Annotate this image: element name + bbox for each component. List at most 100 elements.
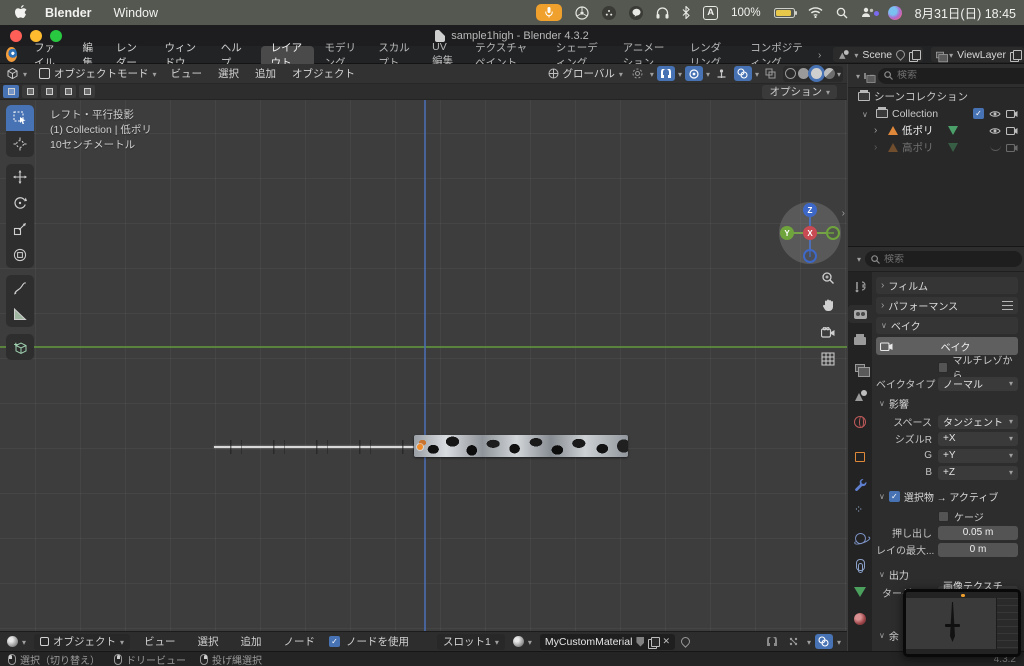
from-multires-row[interactable]: マルチレゾから... (876, 359, 1018, 375)
shading-wireframe-button[interactable] (785, 68, 796, 79)
shading-rendered-button[interactable] (824, 68, 835, 79)
selected-to-active-checkbox[interactable]: ✓ (889, 491, 900, 502)
new-view-layer-icon[interactable] (1010, 50, 1020, 60)
pan-view-icon[interactable] (818, 295, 838, 315)
blender-logo-icon[interactable] (6, 47, 17, 62)
gizmo-axis-x[interactable]: X (803, 226, 817, 240)
high-poly-camera-icon[interactable] (1006, 143, 1018, 152)
gizmo-axis-neg-z[interactable] (803, 249, 817, 263)
scale-tool[interactable] (6, 216, 34, 242)
menubar-window-menu[interactable]: Window (114, 6, 158, 20)
viewport-menu-view[interactable]: ビュー (163, 66, 211, 81)
copy-material-icon[interactable] (648, 637, 658, 647)
apple-menu-icon[interactable] (14, 5, 27, 20)
line-app-icon[interactable] (629, 6, 643, 20)
low-poly-camera-icon[interactable] (1006, 126, 1018, 135)
tab-constraint-properties[interactable] (849, 556, 871, 574)
view-layer-name[interactable]: ViewLayer (957, 49, 1006, 61)
tab-compositing[interactable]: コンポジティング (740, 46, 814, 64)
swizzle-b-dropdown[interactable]: +Z (938, 466, 1018, 480)
select-box-tool[interactable] (6, 105, 34, 131)
sidebar-toggle-icon[interactable] (842, 208, 845, 219)
select-mode-set-button[interactable] (3, 85, 19, 98)
high-poly-hidden-icon[interactable] (990, 145, 1001, 151)
editor-type-button[interactable] (0, 64, 33, 84)
sword-handle-textured[interactable] (414, 435, 628, 457)
pin-icon[interactable] (894, 48, 907, 61)
tab-modeling[interactable]: モデリング (314, 46, 368, 64)
cage-row[interactable]: ケージ (876, 508, 1018, 524)
shader-snap-toggle[interactable] (763, 634, 781, 649)
use-nodes-checkbox[interactable]: ✓ (329, 636, 340, 647)
app-status-icon[interactable] (602, 6, 616, 20)
material-browse-button[interactable] (511, 632, 534, 652)
material-name-field[interactable]: MyCustomMaterial ✕ (540, 634, 675, 650)
high-poly-disclosure-icon[interactable] (874, 142, 884, 153)
shader-overlays-caret-icon[interactable] (837, 636, 841, 648)
siri-icon[interactable] (888, 6, 902, 20)
extrusion-value-field[interactable]: 0.05 m (938, 526, 1018, 540)
from-multires-checkbox[interactable] (938, 362, 948, 373)
mode-selector[interactable]: オブジェクトモード (33, 64, 163, 84)
tool-options-dropdown[interactable]: オプション (762, 85, 837, 99)
select-mode-extend-button[interactable] (22, 85, 38, 98)
tab-rendering[interactable]: レンダリング (680, 46, 741, 64)
move-tool[interactable] (6, 164, 34, 190)
cursor-tool[interactable] (6, 131, 34, 157)
tabs-overflow-icon[interactable] (818, 49, 821, 61)
sword-blade-wireframe[interactable] (214, 440, 426, 454)
panel-bake[interactable]: ベイク (876, 317, 1018, 334)
tab-shading[interactable]: シェーディング (546, 46, 613, 64)
fake-user-shield-icon[interactable] (636, 637, 644, 647)
select-mode-subtract-button[interactable] (41, 85, 57, 98)
controller-icon[interactable] (575, 6, 589, 20)
shading-caret-icon[interactable] (837, 68, 841, 80)
outliner-search[interactable] (878, 68, 1024, 84)
shading-solid-button[interactable] (798, 68, 809, 79)
outliner-row-low-poly[interactable]: 低ポリ (848, 122, 1024, 139)
shader-menu-view[interactable]: ビュー (136, 634, 184, 649)
collection-disclosure-icon[interactable] (862, 109, 872, 119)
add-cube-tool[interactable] (6, 334, 34, 360)
tab-texture-paint[interactable]: テクスチャペイント (465, 46, 546, 64)
collection-label[interactable]: Collection (892, 108, 938, 120)
gizmo-axis-z[interactable]: Z (803, 203, 817, 217)
tab-uv-editing[interactable]: UV編集 (422, 46, 465, 64)
show-overlays-toggle[interactable] (734, 66, 752, 81)
shader-menu-node[interactable]: ノード (276, 634, 324, 649)
select-mode-intersect-button[interactable] (79, 85, 95, 98)
view-layer-selector[interactable]: ViewLayer (931, 47, 1024, 62)
transform-orientation-dropdown[interactable]: グローバル (545, 64, 626, 84)
viewport-menu-add[interactable]: 追加 (247, 66, 284, 81)
scene-name[interactable]: Scene (862, 49, 892, 61)
snap-caret-icon[interactable] (678, 68, 682, 80)
tab-physics-properties[interactable] (849, 529, 871, 547)
collection-camera-icon[interactable] (1006, 109, 1018, 118)
tab-tool-properties[interactable] (849, 278, 871, 296)
collection-checkbox[interactable]: ✓ (973, 108, 984, 119)
measure-tool[interactable] (6, 301, 34, 327)
tab-data-properties[interactable] (849, 583, 871, 601)
shader-editor-type-button[interactable] (5, 632, 28, 652)
tab-world-properties[interactable] (849, 413, 871, 431)
tab-object-properties[interactable] (849, 448, 871, 466)
fast-user-switch-icon[interactable] (861, 7, 875, 18)
shader-menu-add[interactable]: 追加 (233, 634, 270, 649)
properties-search[interactable] (865, 251, 1022, 267)
close-window-button[interactable] (10, 30, 22, 42)
outliner-row-high-poly[interactable]: 高ポリ (848, 139, 1024, 156)
scene-selector[interactable]: Scene (833, 47, 923, 62)
shader-snap-caret-icon[interactable] (807, 636, 811, 648)
annotate-tool[interactable] (6, 275, 34, 301)
new-scene-icon[interactable] (909, 50, 919, 60)
battery-icon[interactable] (774, 8, 795, 18)
transform-tool[interactable] (6, 242, 34, 268)
high-poly-label[interactable]: 高ポリ (902, 140, 934, 155)
screen-preview-overlay[interactable] (903, 589, 1021, 657)
shader-mode-dropdown[interactable]: オブジェクト (34, 634, 130, 650)
shader-snap-target-dropdown[interactable] (785, 634, 803, 649)
show-gizmo-toggle[interactable] (713, 66, 731, 81)
tab-render-properties[interactable] (848, 305, 872, 323)
shading-material-button[interactable] (811, 68, 822, 79)
proportional-editing-toggle[interactable] (685, 66, 703, 81)
